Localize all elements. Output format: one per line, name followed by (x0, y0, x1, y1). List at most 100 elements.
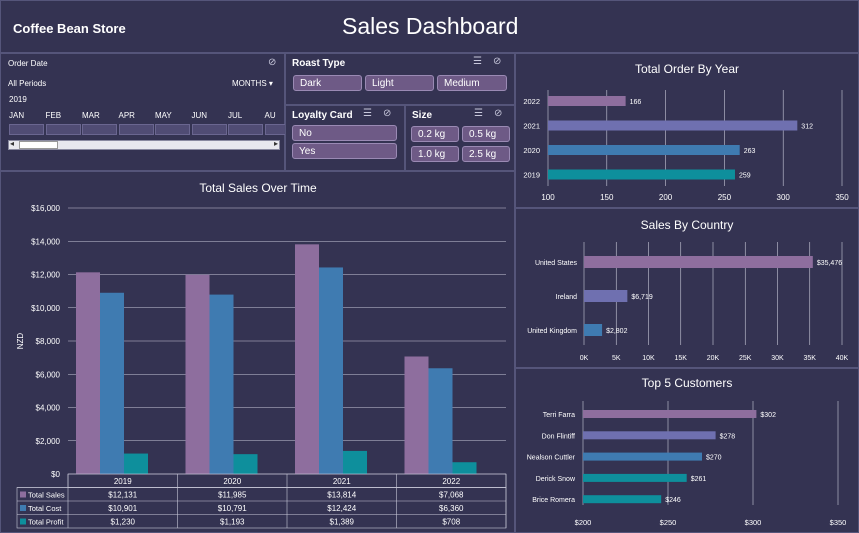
granularity-selector[interactable]: MONTHS ▾ (232, 79, 273, 88)
timeline-month-cell[interactable] (45, 124, 81, 135)
y-tick-label: $6,000 (36, 370, 61, 379)
timeline-month-label: JAN (9, 111, 25, 120)
x-tick-label: 100 (541, 193, 555, 202)
timeline-month-label: MAY (155, 111, 172, 120)
legend-label: Total Profit (28, 518, 64, 527)
y-tick-label: $2,000 (36, 437, 61, 446)
table-value: $1,230 (111, 518, 136, 527)
orders-by-year-panel: Total Order By Year 100 150 200 250 300 350 202… (515, 53, 859, 208)
bar-total-sales (185, 274, 210, 474)
size-title: Size (412, 110, 433, 121)
roast-type-title: Roast Type (292, 58, 346, 69)
timeline-scrollbar[interactable]: ◂ ▸ (8, 139, 280, 150)
clear-filter-icon[interactable]: ⊘ (493, 56, 501, 67)
bar (583, 410, 757, 418)
roast-option-light[interactable]: Light (365, 75, 434, 91)
loyalty-option-yes[interactable]: Yes (292, 143, 397, 159)
table-value: $7,068 (439, 491, 464, 500)
data-label: $6,719 (631, 294, 653, 301)
scroll-left-icon[interactable]: ◂ (10, 139, 14, 148)
chart-title: Total Sales Over Time (199, 181, 317, 195)
table-value: $12,424 (327, 504, 356, 513)
y-tick-label: $4,000 (36, 404, 61, 413)
multi-select-icon[interactable]: ☰ (474, 108, 483, 119)
table-value: $6,360 (439, 504, 464, 513)
bar (584, 324, 603, 336)
clear-filter-icon[interactable]: ⊘ (268, 57, 276, 68)
timeline-month-cell[interactable] (9, 124, 44, 135)
timeline-month-cell[interactable] (228, 124, 263, 135)
data-label: $270 (706, 455, 722, 462)
table-value: $12,131 (108, 491, 137, 500)
category-label: Terri Farra (543, 412, 575, 419)
clear-filter-icon[interactable]: ⊘ (494, 108, 502, 119)
y-tick-label: $16,000 (31, 204, 60, 213)
data-label: $35,476 (817, 260, 842, 267)
loyalty-option-no[interactable]: No (292, 125, 397, 141)
timeline-month-cell[interactable] (82, 124, 117, 135)
x-tick-label: 20K (707, 355, 720, 362)
x-tick-label: 0K (580, 355, 589, 362)
bar-total-cost (209, 294, 234, 474)
bar-total-sales (76, 272, 100, 474)
bar (548, 145, 740, 155)
category-label: Derick Snow (536, 476, 576, 483)
bar-total-cost (100, 292, 124, 474)
sales-by-country-chart: Sales By Country 0K 5K 10K 15K 20K 25K 30K 35K 40… (527, 218, 848, 362)
timeline-month-label: JUN (191, 111, 208, 120)
order-date-title: Order Date (8, 59, 48, 68)
scrollbar-thumb[interactable] (19, 141, 58, 149)
x-tick-label: 2019 (114, 477, 132, 486)
timeline-month-label: APR (118, 111, 135, 120)
x-tick-label: 2022 (442, 477, 460, 486)
y-axis-label: NZD (16, 333, 25, 350)
timeline-month-label: AU (264, 111, 276, 120)
data-label: 259 (739, 173, 751, 180)
y-tick-label: $10,000 (31, 304, 60, 313)
bar-total-profit (343, 450, 367, 474)
x-tick-label: $200 (575, 518, 592, 527)
scroll-right-icon[interactable]: ▸ (274, 139, 278, 148)
table-value: $10,791 (218, 504, 247, 513)
size-option-1-0kg[interactable]: 1.0 kg (411, 146, 459, 162)
category-label: Ireland (556, 294, 578, 301)
bar (583, 473, 687, 482)
loyalty-card-title: Loyalty Card (292, 110, 353, 121)
x-tick-label: 350 (835, 193, 849, 202)
x-tick-label: 2021 (333, 477, 351, 486)
y-tick-label: $0 (51, 470, 60, 479)
bar (584, 256, 813, 268)
y-tick-label: $12,000 (31, 271, 60, 280)
multi-select-icon[interactable]: ☰ (363, 108, 372, 119)
data-label: $302 (760, 412, 776, 419)
x-tick-label: 300 (777, 193, 791, 202)
bar (583, 431, 716, 440)
x-tick-label: 15K (675, 355, 688, 362)
timeline-month-cell[interactable] (155, 124, 190, 135)
multi-select-icon[interactable]: ☰ (473, 56, 482, 67)
x-tick-label: 10K (642, 355, 655, 362)
top-customers-panel: Top 5 Customers $200 $250 $300 $350 Terri Far… (515, 368, 859, 533)
category-label: United States (535, 260, 578, 267)
bar (548, 96, 626, 106)
size-option-2-5kg[interactable]: 2.5 kg (462, 146, 510, 162)
bar-total-profit (124, 453, 148, 474)
period-label: All Periods (8, 79, 47, 88)
timeline-month-label: JUL (228, 111, 243, 120)
data-label: $278 (720, 433, 736, 440)
timeline-month-cell[interactable] (191, 124, 227, 135)
timeline-month-cell[interactable] (118, 124, 154, 135)
category-label: Don Flintiff (542, 433, 575, 440)
x-tick-label: 200 (659, 193, 673, 202)
size-option-0-5kg[interactable]: 0.5 kg (462, 126, 510, 142)
clear-filter-icon[interactable]: ⊘ (383, 108, 391, 119)
roast-option-medium[interactable]: Medium (437, 75, 507, 91)
page-title: Sales Dashboard (342, 13, 519, 39)
size-option-0-2kg[interactable]: 0.2 kg (411, 126, 459, 142)
legend-label: Total Cost (28, 504, 62, 513)
loyalty-card-slicer: Loyalty Card ☰ ⊘ No Yes (285, 105, 405, 171)
bar-total-sales (295, 244, 319, 474)
roast-option-dark[interactable]: Dark (293, 75, 362, 91)
table-value: $13,814 (327, 491, 356, 500)
bar (583, 452, 702, 461)
